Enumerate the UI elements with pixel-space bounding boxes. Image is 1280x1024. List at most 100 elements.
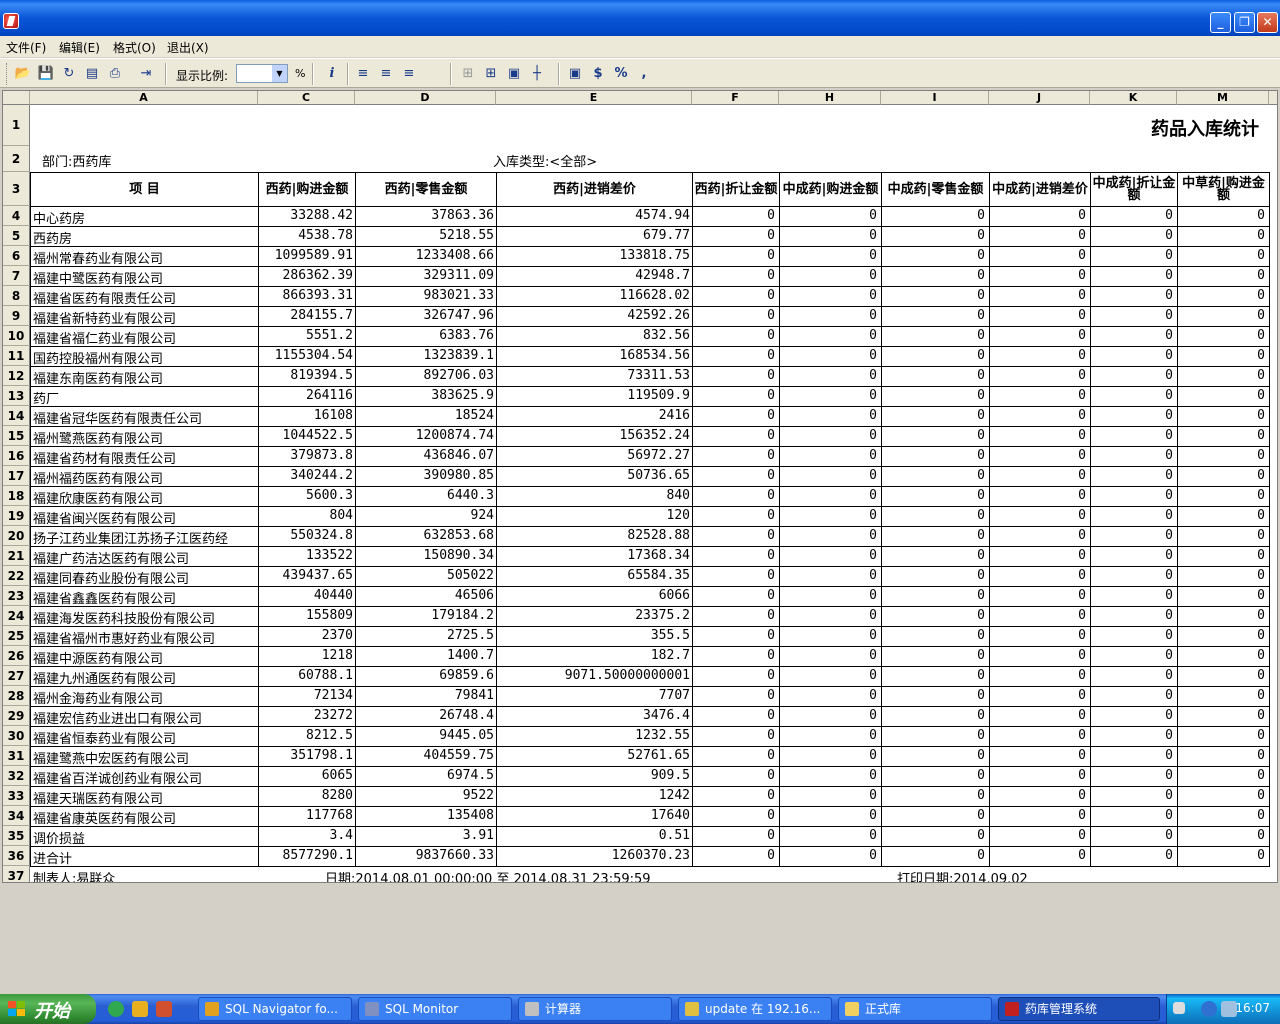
table-cell-zero[interactable]: 0 <box>1091 768 1175 783</box>
table-cell-zero[interactable]: 0 <box>990 748 1088 763</box>
currency-icon[interactable]: $ <box>588 64 608 84</box>
chevron-left-icon[interactable] <box>1201 1001 1217 1017</box>
row-header[interactable]: 6 <box>3 246 30 266</box>
table-cell-zero[interactable]: 0 <box>882 488 987 503</box>
table-cell-zero[interactable]: 0 <box>780 808 879 823</box>
column-header[interactable]: E <box>496 91 692 105</box>
table-cell-zero[interactable]: 0 <box>882 508 987 523</box>
table-cell-value[interactable]: 56972.27 <box>497 448 692 463</box>
table-cell-zero[interactable]: 0 <box>780 528 879 543</box>
table-cell-zero[interactable]: 0 <box>1178 528 1267 543</box>
table-cell-zero[interactable]: 0 <box>882 528 987 543</box>
table-cell-value[interactable]: 4538.78 <box>259 228 355 243</box>
table-cell-value[interactable]: 6383.76 <box>356 328 496 343</box>
table-cell-zero[interactable]: 0 <box>1178 368 1267 383</box>
table-cell-value[interactable]: 1242 <box>497 788 692 803</box>
table-cell-name[interactable]: 福建省福州市惠好药业有限公司 <box>31 628 257 647</box>
table-cell-zero[interactable]: 0 <box>1091 468 1175 483</box>
table-cell-zero[interactable]: 0 <box>1178 788 1267 803</box>
table-cell-zero[interactable]: 0 <box>882 768 987 783</box>
table-cell-value[interactable]: 1323839.1 <box>356 348 496 363</box>
table-cell-value[interactable]: 351798.1 <box>259 748 355 763</box>
table-cell-name[interactable]: 福建省福仁药业有限公司 <box>31 328 257 347</box>
table-cell-zero[interactable]: 0 <box>693 428 777 443</box>
table-cell-zero[interactable]: 0 <box>693 208 777 223</box>
table-cell-zero[interactable]: 0 <box>882 388 987 403</box>
table-cell-value[interactable]: 120 <box>497 508 692 523</box>
task-update[interactable]: update 在 192.16... <box>678 997 832 1021</box>
table-cell-zero[interactable]: 0 <box>1178 608 1267 623</box>
table-cell-value[interactable]: 2416 <box>497 408 692 423</box>
table-cell-zero[interactable]: 0 <box>780 428 879 443</box>
table-cell-value[interactable]: 0.51 <box>497 828 692 843</box>
align-center-icon[interactable]: ≡ <box>376 64 396 84</box>
border-inner-icon[interactable]: ┼ <box>527 64 547 84</box>
column-header[interactable]: I <box>881 91 989 105</box>
media-icon[interactable] <box>132 1001 148 1017</box>
border-outer-icon[interactable]: ▣ <box>504 64 524 84</box>
table-cell-value[interactable]: 2370 <box>259 628 355 643</box>
export-icon[interactable]: ⇥ <box>136 64 156 84</box>
table-cell-value[interactable]: 179184.2 <box>356 608 496 623</box>
table-cell-value[interactable]: 6066 <box>497 588 692 603</box>
table-cell-value[interactable]: 1044522.5 <box>259 428 355 443</box>
table-cell-name[interactable]: 福建省医药有限责任公司 <box>31 288 257 307</box>
table-cell-zero[interactable]: 0 <box>882 228 987 243</box>
table-cell-zero[interactable]: 0 <box>882 308 987 323</box>
row-header[interactable]: 4 <box>3 206 30 226</box>
number-format-icon[interactable]: ▣ <box>565 64 585 84</box>
table-cell-zero[interactable]: 0 <box>882 328 987 343</box>
row-header[interactable]: 3 <box>3 172 30 206</box>
table-cell-zero[interactable]: 0 <box>1091 808 1175 823</box>
table-cell-zero[interactable]: 0 <box>780 828 879 843</box>
border-all-icon[interactable]: ⊞ <box>481 64 501 84</box>
row-header[interactable]: 28 <box>3 686 30 706</box>
table-cell-zero[interactable]: 0 <box>780 328 879 343</box>
table-cell-value[interactable]: 5600.3 <box>259 488 355 503</box>
task-sql-monitor[interactable]: SQL Monitor <box>358 997 512 1021</box>
table-cell-value[interactable]: 135408 <box>356 808 496 823</box>
table-cell-zero[interactable]: 0 <box>1091 608 1175 623</box>
table-cell-value[interactable]: 82528.88 <box>497 528 692 543</box>
table-cell-zero[interactable]: 0 <box>1091 248 1175 263</box>
table-cell-zero[interactable]: 0 <box>1091 448 1175 463</box>
table-cell-zero[interactable]: 0 <box>882 548 987 563</box>
table-cell-zero[interactable]: 0 <box>693 748 777 763</box>
table-cell-zero[interactable]: 0 <box>780 588 879 603</box>
table-cell-zero[interactable]: 0 <box>882 428 987 443</box>
row-header[interactable]: 5 <box>3 226 30 246</box>
table-cell-value[interactable]: 8280 <box>259 788 355 803</box>
table-cell-value[interactable]: 1218 <box>259 648 355 663</box>
table-cell-zero[interactable]: 0 <box>1091 228 1175 243</box>
table-cell-value[interactable]: 505022 <box>356 568 496 583</box>
table-cell-zero[interactable]: 0 <box>1178 508 1267 523</box>
table-cell-zero[interactable]: 0 <box>693 688 777 703</box>
table-cell-zero[interactable]: 0 <box>1091 548 1175 563</box>
task-folder[interactable]: 正式库 <box>838 997 992 1021</box>
table-cell-zero[interactable]: 0 <box>693 728 777 743</box>
table-cell-value[interactable]: 909.5 <box>497 768 692 783</box>
browser-icon[interactable] <box>108 1001 124 1017</box>
table-cell-zero[interactable]: 0 <box>780 728 879 743</box>
table-cell-value[interactable]: 156352.24 <box>497 428 692 443</box>
table-cell-zero[interactable]: 0 <box>693 308 777 323</box>
table-cell-zero[interactable]: 0 <box>990 348 1088 363</box>
save-icon[interactable]: 💾 <box>36 64 56 84</box>
table-cell-zero[interactable]: 0 <box>1178 748 1267 763</box>
table-cell-zero[interactable]: 0 <box>693 768 777 783</box>
start-button[interactable]: 开始 <box>0 994 96 1024</box>
table-cell-zero[interactable]: 0 <box>882 688 987 703</box>
column-header[interactable]: K <box>1090 91 1177 105</box>
table-cell-value[interactable]: 404559.75 <box>356 748 496 763</box>
table-cell-zero[interactable]: 0 <box>780 668 879 683</box>
comma-icon[interactable]: , <box>634 64 654 84</box>
row-header[interactable]: 32 <box>3 766 30 786</box>
table-cell-zero[interactable]: 0 <box>990 388 1088 403</box>
table-cell-zero[interactable]: 0 <box>990 668 1088 683</box>
column-header[interactable]: J <box>989 91 1090 105</box>
table-cell-zero[interactable]: 0 <box>1178 468 1267 483</box>
row-header[interactable]: 13 <box>3 386 30 406</box>
table-cell-value[interactable]: 390980.85 <box>356 468 496 483</box>
table-cell-zero[interactable]: 0 <box>1091 308 1175 323</box>
table-cell-zero[interactable]: 0 <box>1091 708 1175 723</box>
